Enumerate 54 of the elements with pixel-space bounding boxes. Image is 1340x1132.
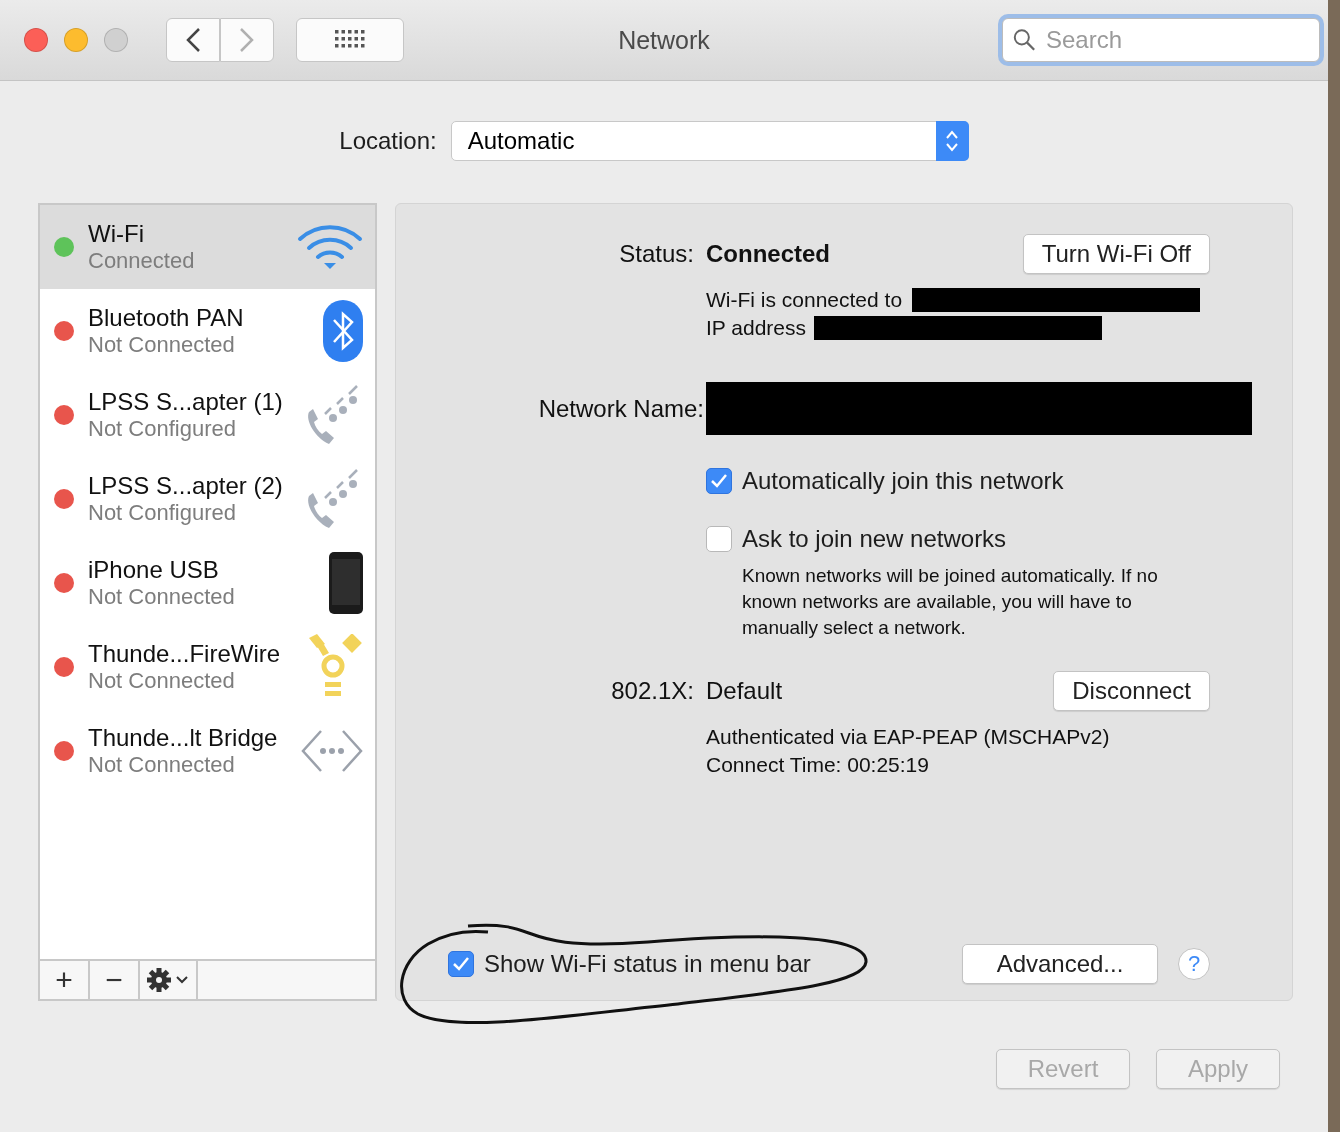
status-value: Connected bbox=[706, 240, 830, 268]
checkbox[interactable] bbox=[448, 951, 474, 977]
status-label: Status: bbox=[618, 239, 695, 269]
bluetooth-icon bbox=[323, 300, 363, 362]
service-status: Not Connected bbox=[88, 668, 236, 694]
option-label: Automatically join this network bbox=[742, 467, 1064, 495]
connection-info: Authenticated via EAP-PEAP (MSCHAPv2) bbox=[706, 725, 1110, 749]
service-status: Not Configured bbox=[88, 416, 237, 442]
close-button[interactable] bbox=[24, 28, 48, 52]
location-label: Location: bbox=[339, 127, 437, 155]
show-all-button[interactable] bbox=[296, 18, 404, 62]
checkmark-icon bbox=[710, 473, 728, 489]
security-label: 802.1X: bbox=[610, 676, 695, 706]
service-name: LPSS S...apter (2) bbox=[88, 472, 284, 500]
window-title: Network bbox=[618, 25, 710, 55]
grid-icon bbox=[335, 30, 365, 50]
connection-info: Wi-Fi is connected to bbox=[706, 288, 903, 312]
service-status: Not Connected bbox=[88, 584, 236, 610]
turn-wifi-off-button[interactable]: Turn Wi-Fi Off bbox=[1022, 234, 1210, 274]
service-item[interactable]: Wi-Fi Connected bbox=[40, 205, 375, 289]
chevron-left-icon bbox=[185, 27, 201, 53]
checkbox[interactable] bbox=[706, 526, 732, 552]
back-button[interactable] bbox=[166, 18, 220, 62]
advanced-button[interactable]: Advanced... bbox=[962, 944, 1158, 984]
add-button[interactable]: + bbox=[40, 961, 90, 999]
search-field[interactable]: Search bbox=[1043, 25, 1309, 55]
stepper-icon bbox=[935, 121, 969, 161]
service-name: LPSS S...apter (1) bbox=[88, 388, 284, 416]
service-status: Not Configured bbox=[88, 500, 237, 526]
service-name: iPhone USB bbox=[88, 556, 220, 584]
remove-button[interactable]: − bbox=[90, 961, 140, 999]
network-name-label: Network Name: bbox=[537, 394, 705, 423]
note-text: Known networks will be joined automatically. If no known networks are available, you will have to manually select a network. bbox=[742, 564, 1159, 640]
option-label: Ask to join new networks bbox=[742, 525, 1007, 553]
checkbox[interactable] bbox=[706, 468, 732, 494]
service-status: Not Connected bbox=[88, 332, 236, 358]
checkmark-icon bbox=[452, 956, 470, 972]
chevron-right-icon bbox=[239, 27, 255, 53]
service-name: Bluetooth PAN bbox=[88, 304, 245, 332]
service-status: Connected bbox=[88, 248, 196, 274]
smartphone-icon bbox=[329, 552, 363, 614]
service-name: Thunde...FireWire bbox=[88, 640, 282, 668]
connection-info: Connect Time: 00:25:19 bbox=[706, 753, 929, 777]
location-select[interactable]: Automatic bbox=[450, 121, 969, 161]
option-label: Show Wi-Fi status in menu bar bbox=[484, 950, 811, 978]
search-icon bbox=[1013, 27, 1036, 53]
security-value: Default bbox=[706, 677, 783, 705]
service-name: Wi-Fi bbox=[88, 220, 145, 248]
service-name: Thunde...lt Bridge bbox=[88, 724, 279, 752]
connection-info: IP address bbox=[706, 316, 806, 340]
wifi-icon bbox=[297, 224, 363, 270]
service-status: Not Connected bbox=[88, 752, 236, 778]
disconnect-button[interactable]: Disconnect bbox=[1053, 671, 1210, 711]
arrows-icon bbox=[301, 729, 363, 773]
